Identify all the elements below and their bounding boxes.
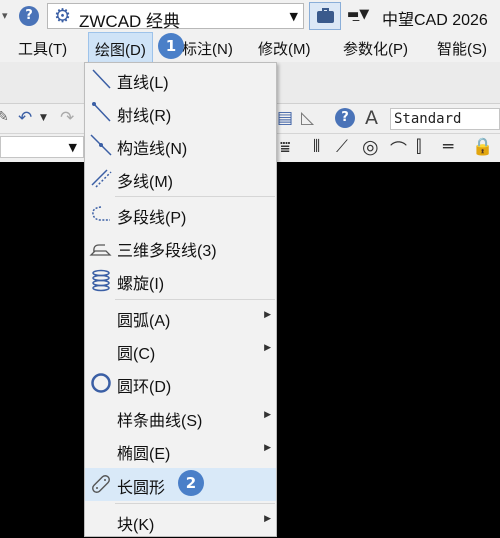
menu-parametric[interactable]: 参数化(P) bbox=[343, 38, 408, 59]
draw-menu: 直线(L) 射线(R) 构造线(N) 多线(M) 多段线(P) 三维多段线(3) bbox=[84, 62, 277, 537]
menu-item-donut[interactable]: 圆环(D) bbox=[85, 367, 276, 400]
menu-tools[interactable]: 工具(T) bbox=[18, 38, 67, 59]
menu-item-label: 圆环(D) bbox=[117, 379, 172, 396]
app-title: 中望CAD 2026 bbox=[382, 12, 488, 29]
zwcad-window: ▾ ? ⚙ ZWCAD 经典 ▼ ▬̲▼ 中望CAD 2026 工具(T) 绘图… bbox=[0, 0, 500, 537]
menu-smart[interactable]: 智能(S) bbox=[437, 38, 487, 59]
menu-item-mline[interactable]: 多线(M) bbox=[85, 162, 276, 195]
chevron-down-icon: ▼ bbox=[289, 10, 298, 23]
menu-separator bbox=[115, 299, 275, 300]
3d-polyline-icon bbox=[89, 244, 112, 256]
submenu-arrow-icon: ▶ bbox=[264, 410, 271, 420]
menu-bar: 工具(T) 绘图(D) 标注(N) 修改(M) 参数化(P) 智能(S) bbox=[0, 32, 500, 62]
menu-item-label: 圆弧(A) bbox=[117, 313, 171, 330]
dim-equal-icon[interactable]: ═ bbox=[443, 137, 453, 157]
menu-item-polyline[interactable]: 多段线(P) bbox=[85, 198, 276, 231]
menu-item-helix[interactable]: 螺旋(I) bbox=[85, 264, 276, 297]
help-icon[interactable]: ? bbox=[335, 108, 355, 128]
menu-dimension[interactable]: 标注(N) bbox=[182, 38, 233, 59]
text-style-select[interactable]: Standard bbox=[390, 108, 500, 130]
menu-draw[interactable]: 绘图(D) bbox=[88, 32, 153, 62]
submenu-arrow-icon: ▶ bbox=[264, 443, 271, 453]
xline-icon bbox=[90, 134, 112, 156]
step-badge-1: 1 bbox=[158, 33, 184, 59]
undo-dropdown-icon[interactable]: ▼ bbox=[40, 113, 47, 123]
quick-access-dropdown-icon[interactable]: ▾ bbox=[2, 9, 8, 22]
menu-item-circle[interactable]: 圆(C) ▶ bbox=[85, 334, 276, 367]
menu-item-ellipse[interactable]: 椭圆(E) ▶ bbox=[85, 434, 276, 467]
dim-baseline-icon[interactable]: ⫴ bbox=[313, 137, 320, 157]
menu-item-3d-polyline[interactable]: 三维多段线(3) bbox=[85, 231, 276, 264]
help-icon[interactable]: ? bbox=[19, 6, 39, 26]
menu-item-label: 长圆形 bbox=[117, 480, 166, 497]
menu-item-label: 三维多段线(3) bbox=[117, 243, 217, 260]
slot-icon bbox=[92, 475, 110, 493]
submenu-arrow-icon: ▶ bbox=[264, 514, 271, 524]
workspace-select[interactable]: ⚙ ZWCAD 经典 ▼ bbox=[47, 3, 304, 31]
menu-modify[interactable]: 修改(M) bbox=[258, 38, 311, 59]
redo-icon[interactable]: ↷ bbox=[60, 108, 74, 128]
menu-item-label: 样条曲线(S) bbox=[117, 413, 203, 430]
workspace-label: ZWCAD 经典 bbox=[79, 12, 181, 31]
chevron-down-icon: ▼ bbox=[68, 141, 77, 154]
dim-linear-icon[interactable]: ⩸ bbox=[280, 138, 290, 158]
dim-break-icon[interactable]: ⫿ bbox=[416, 137, 421, 157]
customize-dropdown-icon[interactable]: ▬̲▼ bbox=[347, 7, 369, 22]
menu-item-label: 射线(R) bbox=[117, 108, 172, 125]
dim-angular-icon[interactable]: ⟋ bbox=[336, 137, 348, 157]
text-style-icon[interactable]: A bbox=[365, 107, 378, 129]
menu-item-label: 多线(M) bbox=[117, 174, 173, 191]
dim-center-icon[interactable]: ◎ bbox=[362, 136, 379, 158]
mline-icon bbox=[91, 169, 112, 188]
tag-icon[interactable]: ◺ bbox=[301, 108, 314, 128]
step-badge-2: 2 bbox=[178, 470, 204, 496]
menu-item-label: 块(K) bbox=[117, 517, 155, 534]
menu-separator bbox=[115, 503, 275, 504]
eraser-icon[interactable]: ✎ bbox=[0, 109, 9, 125]
menu-item-xline[interactable]: 构造线(N) bbox=[85, 129, 276, 162]
line-icon bbox=[92, 69, 111, 89]
polyline-icon bbox=[92, 206, 110, 221]
helix-icon bbox=[92, 269, 110, 292]
undo-icon[interactable]: ↶ bbox=[18, 108, 32, 128]
menu-item-spline[interactable]: 样条曲线(S) ▶ bbox=[85, 401, 276, 434]
menu-item-label: 构造线(N) bbox=[117, 141, 188, 158]
donut-icon bbox=[91, 373, 111, 393]
lock-icon[interactable]: 🔒 bbox=[472, 137, 493, 157]
toolbox-button[interactable] bbox=[309, 2, 341, 30]
toolbox-icon-body bbox=[317, 11, 334, 23]
gear-icon: ⚙ bbox=[54, 5, 72, 27]
dim-arc-icon[interactable]: ⌒ bbox=[390, 136, 407, 161]
menu-item-label: 椭圆(E) bbox=[117, 446, 171, 463]
menu-item-arc[interactable]: 圆弧(A) ▶ bbox=[85, 301, 276, 334]
layer-select[interactable]: ▼ bbox=[0, 136, 84, 158]
title-bar: ▾ ? ⚙ ZWCAD 经典 ▼ ▬̲▼ 中望CAD 2026 bbox=[0, 0, 500, 32]
menu-item-block[interactable]: 块(K) ▶ bbox=[85, 505, 276, 538]
submenu-arrow-icon: ▶ bbox=[264, 343, 271, 353]
menu-item-label: 多段线(P) bbox=[117, 210, 187, 227]
menu-separator bbox=[115, 196, 275, 197]
menu-item-label: 螺旋(I) bbox=[117, 276, 165, 293]
menu-item-label: 圆(C) bbox=[117, 346, 156, 363]
menu-item-line[interactable]: 直线(L) bbox=[85, 63, 276, 96]
ray-icon bbox=[92, 102, 111, 122]
menu-item-label: 直线(L) bbox=[117, 75, 169, 92]
properties-icon[interactable]: ▤ bbox=[277, 108, 293, 128]
menu-item-ray[interactable]: 射线(R) bbox=[85, 96, 276, 129]
submenu-arrow-icon: ▶ bbox=[264, 310, 271, 320]
